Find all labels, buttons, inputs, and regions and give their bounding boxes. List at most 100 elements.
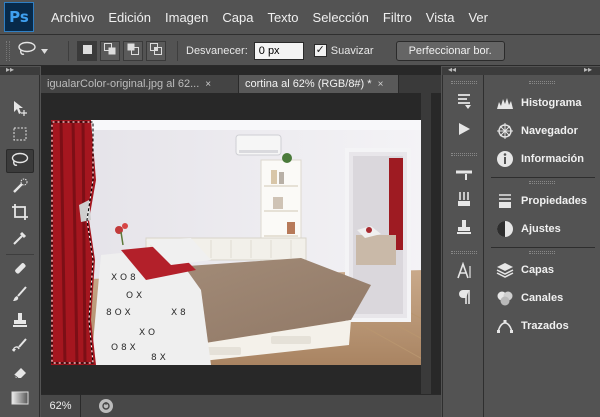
tab-igualar-color[interactable]: igualarColor-original.jpg al 62... ×: [41, 75, 239, 93]
new-selection-button[interactable]: [77, 40, 97, 61]
options-grip[interactable]: [6, 40, 10, 61]
panel-label: Trazados: [521, 320, 569, 332]
move-icon: [11, 99, 29, 120]
panel-label: Canales: [521, 292, 564, 304]
bedroom-photo[interactable]: X O 8O X8 O X X OO 8 X8 X OX 8: [51, 120, 424, 365]
expand-arrows-icon: ▸▸: [6, 65, 15, 74]
bandage-icon: [11, 259, 29, 280]
panel-canales[interactable]: Canales: [495, 287, 563, 309]
character-panel-button[interactable]: [453, 261, 475, 283]
brushes-panel-button[interactable]: [453, 189, 475, 211]
menu-imagen[interactable]: Imagen: [158, 10, 215, 25]
feather-input[interactable]: [253, 41, 304, 60]
panel-capas[interactable]: Capas: [495, 259, 554, 281]
bedroom-photo-image: X O 8O X8 O X X OO 8 X8 X OX 8: [51, 120, 424, 365]
subtract-selection-icon: [127, 43, 139, 58]
tool-preset-picker[interactable]: [16, 41, 48, 60]
paragraph-icon: [456, 288, 472, 309]
play-icon: [456, 121, 472, 140]
histogram-icon: [495, 93, 515, 113]
separator: [177, 40, 178, 61]
panel-ajustes[interactable]: Ajustes: [495, 218, 561, 240]
brush-icon: [11, 285, 29, 306]
gradient-icon: [11, 391, 29, 408]
brush-tool[interactable]: [6, 283, 34, 307]
eyedropper-tool[interactable]: [6, 227, 34, 251]
panel-histograma[interactable]: Histograma: [495, 92, 582, 114]
dock-grip[interactable]: [451, 251, 477, 254]
panel-informacion[interactable]: Información: [495, 148, 584, 170]
healing-brush-tool[interactable]: [6, 257, 34, 281]
actions-panel-button[interactable]: [453, 119, 475, 141]
separator: [491, 247, 595, 248]
tool-presets-button[interactable]: [453, 163, 475, 185]
options-bar: Desvanecer: ✓ Suavizar Perfeccionar bor.: [0, 36, 600, 66]
dock-grip[interactable]: [529, 181, 555, 184]
collapse-right-arrows-icon: ▸▸: [584, 65, 593, 74]
brush-presets-icon: [454, 164, 474, 185]
dock-collapse-bar[interactable]: ◂◂ ▸▸: [442, 65, 600, 75]
menu-texto[interactable]: Texto: [260, 10, 305, 25]
toolbar-collapse-bar[interactable]: ▸▸: [0, 65, 40, 75]
panel-navegador[interactable]: Navegador: [495, 120, 578, 142]
tools-panel: [0, 75, 40, 417]
quick-selection-icon: [11, 177, 29, 198]
menu-capa[interactable]: Capa: [215, 10, 260, 25]
panel-trazados[interactable]: Trazados: [495, 315, 569, 337]
gradient-tool[interactable]: [6, 387, 34, 411]
quick-selection-tool[interactable]: [6, 175, 34, 199]
history-panel-button[interactable]: [453, 91, 475, 113]
zoom-level[interactable]: 62%: [41, 394, 81, 417]
menu-bar: Ps Archivo Edición Imagen Capa Texto Sel…: [0, 0, 600, 35]
dock-grip[interactable]: [451, 81, 477, 84]
panel-label: Histograma: [521, 97, 582, 109]
menu-ventana[interactable]: Ver: [461, 10, 488, 25]
close-icon[interactable]: ×: [205, 79, 211, 90]
close-icon[interactable]: ×: [378, 79, 384, 90]
add-selection-button[interactable]: [100, 40, 120, 61]
eyedropper-icon: [11, 229, 29, 250]
marquee-tool[interactable]: [6, 123, 34, 147]
lasso-tool[interactable]: [6, 149, 34, 173]
panel-label: Ajustes: [521, 223, 561, 235]
tab-cortina[interactable]: cortina al 62% (RGB/8#) * ×: [239, 75, 399, 93]
smooth-checkbox[interactable]: ✓: [313, 44, 327, 57]
subtract-selection-button[interactable]: [123, 40, 143, 61]
move-tool[interactable]: [6, 97, 34, 121]
status-info-icon[interactable]: [99, 399, 113, 413]
menu-archivo[interactable]: Archivo: [44, 10, 101, 25]
stamp-icon: [11, 311, 29, 332]
paths-icon: [495, 316, 515, 336]
panel-label: Información: [521, 153, 584, 165]
menu-edicion[interactable]: Edición: [101, 10, 158, 25]
history-icon: [455, 92, 473, 113]
eraser-icon: [11, 363, 29, 384]
channels-icon: [495, 288, 515, 308]
lasso-icon: [16, 41, 38, 60]
clone-stamp-tool[interactable]: [6, 309, 34, 333]
menu-filtro[interactable]: Filtro: [376, 10, 419, 25]
paragraph-panel-button[interactable]: [453, 287, 475, 309]
canvas-area[interactable]: X O 8O X8 O X X OO 8 X8 X OX 8: [41, 93, 441, 394]
panel-propiedades[interactable]: Propiedades: [495, 190, 587, 212]
refine-edge-button[interactable]: Perfeccionar bor.: [395, 40, 505, 61]
add-selection-icon: [104, 43, 116, 58]
clone-source-button[interactable]: [453, 217, 475, 239]
separator: [491, 177, 595, 178]
photoshop-logo[interactable]: Ps: [4, 2, 34, 32]
separator: [6, 254, 34, 255]
svg-text:X O 8: X O 8: [111, 273, 136, 283]
layers-icon: [495, 260, 515, 280]
dock-grip[interactable]: [529, 81, 555, 84]
crop-tool[interactable]: [6, 201, 34, 225]
intersect-selection-button[interactable]: [146, 40, 166, 61]
vertical-scrollbar[interactable]: [421, 93, 431, 394]
history-brush-tool[interactable]: [6, 335, 34, 359]
dock-grip[interactable]: [529, 251, 555, 254]
intersect-selection-icon: [150, 43, 162, 58]
eraser-tool[interactable]: [6, 361, 34, 385]
tab-label: igualarColor-original.jpg al 62...: [47, 78, 200, 90]
menu-vista[interactable]: Vista: [419, 10, 462, 25]
dock-grip[interactable]: [451, 153, 477, 156]
menu-seleccion[interactable]: Selección: [306, 10, 376, 25]
